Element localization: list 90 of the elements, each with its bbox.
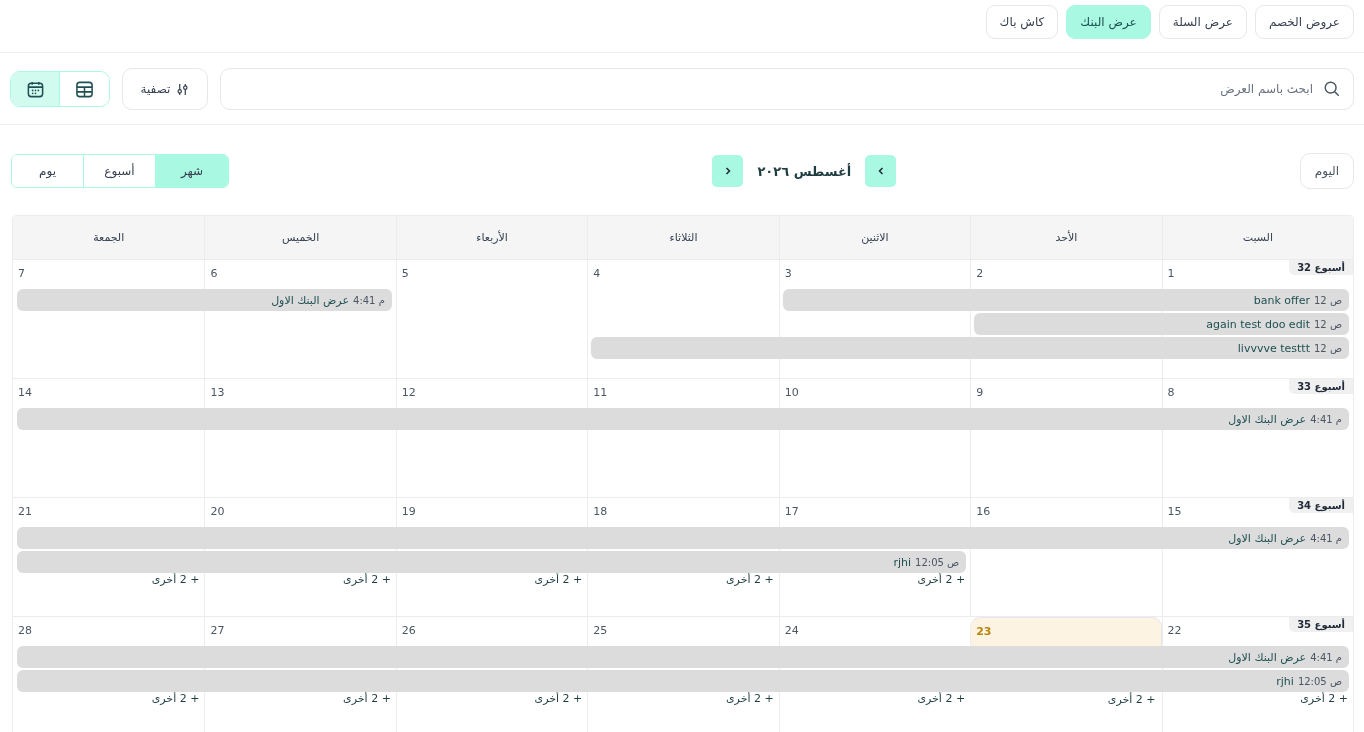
day-number: 18 [593,505,608,518]
day-number: 9 [976,386,984,399]
event-bar[interactable]: م 4:41 عرض البنك الاول [17,408,1349,430]
offer-tab[interactable]: عرض السلة [1158,5,1247,39]
more-events-link[interactable]: + 2 أخرى [917,573,966,586]
event-title: rjhi [893,555,912,569]
more-events-link[interactable]: + 2 أخرى [151,573,200,586]
month-title: أغسطس ٢٠٢٦ [757,163,852,179]
week-number: أسبوع 35 [1289,617,1353,632]
more-events-link[interactable]: + 2 أخرى [725,692,774,705]
day-number: 17 [784,505,799,518]
event-time: م 4:41 [1310,413,1342,425]
event-title: again test doo edit [1206,317,1310,331]
event-bar[interactable]: م 4:41 عرض البنك الاول [17,646,1349,668]
week-number: أسبوع 32 [1289,260,1353,275]
event-bar[interactable]: م 4:41 عرض البنك الاول [17,289,392,311]
event-time: ص 12:05 [1297,675,1342,687]
day-number: 8 [1167,386,1175,399]
event-title: bank offer [1253,293,1310,307]
event-time: ص 12 [1314,318,1342,330]
day-number: 24 [784,624,799,637]
weekday-header: الخميس [204,216,396,259]
event-time: ص 12 [1314,342,1342,354]
day-number: 5 [401,267,409,280]
today-button[interactable]: اليوم [1299,153,1354,189]
day-number: 10 [784,386,799,399]
day-number: 1 [1167,267,1175,280]
event-time: م 4:41 [1310,651,1342,663]
day-number: 4 [593,267,601,280]
week-number: أسبوع 33 [1289,379,1353,394]
day-number: 22 [1167,624,1182,637]
weekday-header: السبت [1161,216,1353,259]
more-events-link[interactable]: + 2 أخرى [534,692,583,705]
more-events-link[interactable]: + 2 أخرى [917,692,966,705]
search-icon [1323,80,1341,98]
chevron-left-icon [877,167,884,175]
event-title: عرض البنك الاول [1228,531,1307,545]
event-time: م 4:41 [353,294,385,306]
more-events-link[interactable]: + 2 أخرى [1300,692,1348,705]
weekday-header: الأحد [970,216,1162,259]
event-title: عرض البنك الاول [1228,412,1307,426]
offer-tab[interactable]: عروض الخصم [1254,5,1354,39]
filter-button[interactable]: تصفية [122,68,208,110]
day-number: 11 [593,386,608,399]
search-field[interactable]: ابحث باسم العرض [220,68,1354,110]
day-number: 20 [210,505,225,518]
day-number: 15 [1167,505,1182,518]
day-number: 7 [18,267,25,280]
more-events-link[interactable]: + 2 أخرى [534,573,583,586]
day-number: 3 [784,267,792,280]
event-time: م 4:41 [1310,532,1342,544]
weekday-header: الأربعاء [395,216,588,259]
day-number: 28 [18,624,32,637]
more-events-link[interactable]: + 2 أخرى [1107,693,1156,706]
day-number: 19 [401,505,416,518]
more-events-link[interactable]: + 2 أخرى [725,573,774,586]
weekday-header: الجمعة [92,230,126,246]
event-bar[interactable]: م 4:41 عرض البنك الاول [17,527,1349,549]
chevron-right-icon [724,167,731,175]
offer-tab[interactable]: كاش باك [985,5,1059,39]
day-number: 6 [210,267,218,280]
day-number: 13 [210,386,225,399]
event-title: rjhi [1276,674,1294,688]
view-mode-tab[interactable]: شهر [156,155,228,187]
event-time: ص 12:05 [915,556,960,568]
calendar-icon [25,79,45,99]
weekday-header: الثلاثاء [587,216,779,259]
day-number: 12 [401,386,416,399]
more-events-link[interactable]: + 2 أخرى [343,692,391,705]
table-icon [75,79,94,99]
weekday-header: الاثنين [778,216,971,259]
event-title: عرض البنك الاول [271,293,349,307]
event-title: عرض البنك الاول [1228,650,1307,664]
day-number: 14 [18,386,32,399]
day-number: 26 [401,624,416,637]
event-title: livvvve testtt [1237,341,1310,355]
day-number: 27 [210,624,225,637]
view-mode-tab[interactable]: يوم [12,155,84,187]
event-time: ص 12 [1314,294,1342,306]
offer-tab[interactable]: عرض البنك [1066,5,1151,39]
sliders-icon [176,82,190,96]
day-number: 25 [593,624,608,637]
day-number: 21 [18,505,32,518]
day-number: 23 [976,625,992,638]
more-events-link[interactable]: + 2 أخرى [151,692,200,705]
calendar-view-button[interactable] [11,72,60,106]
day-number: 16 [976,505,991,518]
day-number: 2 [976,267,984,280]
more-events-link[interactable]: + 2 أخرى [343,573,391,586]
week-number: أسبوع 34 [1289,498,1353,513]
